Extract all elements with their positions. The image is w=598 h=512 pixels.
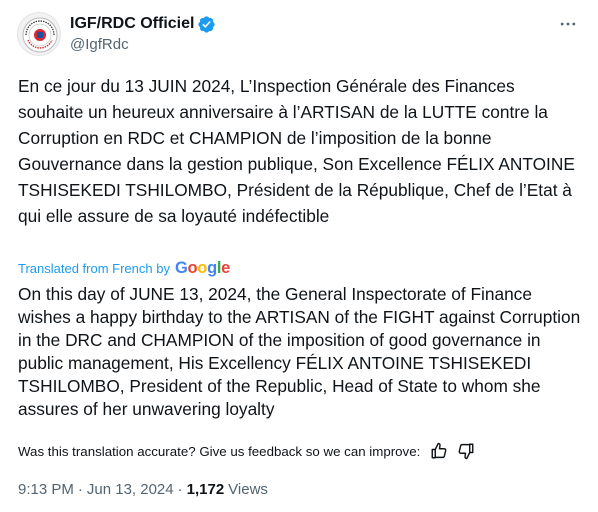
igf-seal-logo-icon [22,17,58,53]
tweet-header: IGF/RDC Officiel @IgfRdc [17,12,582,60]
translated-from-label[interactable]: Translated from French by Google [18,258,230,278]
google-letter: g [207,258,217,277]
avatar[interactable] [17,12,61,56]
google-letter: o [197,258,208,277]
google-letter: e [221,258,231,277]
thumbs-down-icon[interactable] [456,441,476,461]
views-label: Views [228,480,268,498]
translated-from-text: Translated from French by [18,260,170,276]
meta-separator: · [177,480,183,498]
tweet-date[interactable]: Jun 13, 2024 [87,481,174,498]
feedback-prompt: Was this translation accurate? Give us f… [18,443,421,459]
thumbs-up-icon[interactable] [429,441,449,461]
tweet-original-text: En ce jour du 13 JUIN 2024, L’Inspection… [18,76,575,226]
verified-badge-icon[interactable] [197,15,216,34]
google-letter: o [187,258,198,277]
handle[interactable]: @IgfRdc [70,36,216,53]
tweet-meta: 9:13 PM · Jun 13, 2024 · 1,172 Views [18,479,268,499]
display-name[interactable]: IGF/RDC Officiel [70,15,194,33]
more-options-icon[interactable] [556,14,580,34]
tweet-translation-text: On this day of JUNE 13, 2024, the Genera… [18,284,581,419]
author-names: IGF/RDC Officiel @IgfRdc [70,14,216,53]
meta-separator: · [77,480,83,498]
display-name-row: IGF/RDC Officiel [70,14,216,34]
google-letter: G [174,258,188,277]
google-logo: Google [175,259,230,278]
translation-feedback: Was this translation accurate? Give us f… [18,441,476,461]
views-count: 1,172 [186,480,225,498]
tweet-time[interactable]: 9:13 PM [18,481,74,498]
